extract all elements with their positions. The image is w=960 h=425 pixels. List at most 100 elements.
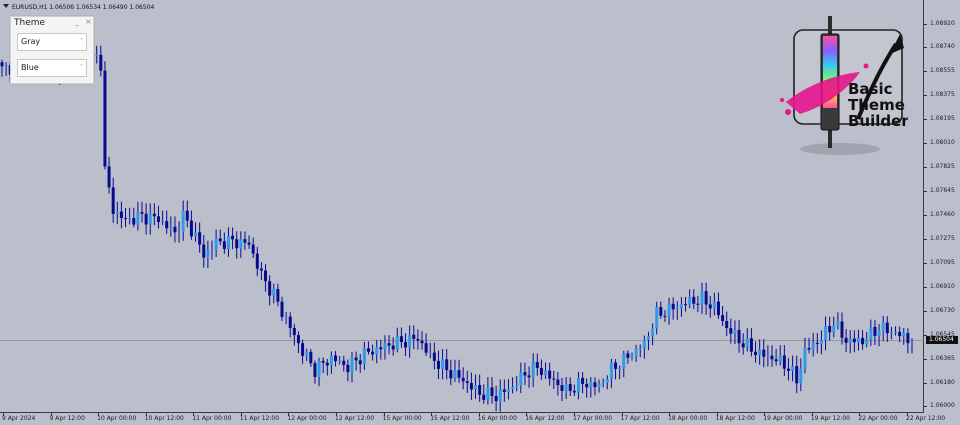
candle-body (898, 331, 902, 337)
candle-body (511, 386, 515, 389)
candle-body (115, 211, 119, 214)
candle-body (189, 220, 193, 237)
time-label: 9 Apr 12:00 (49, 415, 85, 422)
candle-body (733, 330, 737, 334)
candle-body (358, 360, 362, 365)
candle-body (642, 339, 646, 349)
time-label: 17 Apr 12:00 (620, 415, 660, 422)
candle-body (519, 372, 523, 386)
price-label: 1.07825 (930, 163, 955, 171)
theme-dropdown-2[interactable]: Blue ˅ (17, 59, 87, 77)
candle-body (292, 327, 296, 336)
candle-body (737, 330, 741, 344)
close-button[interactable]: × (85, 17, 92, 26)
candle-body (362, 348, 366, 365)
candle-body (716, 301, 720, 316)
candle-body (659, 307, 663, 316)
price-tick (924, 358, 927, 360)
candle-body (301, 343, 305, 356)
candle-body (589, 382, 593, 388)
minimize-button[interactable]: _ (75, 17, 79, 26)
candle-body (741, 343, 745, 348)
candle-body (531, 362, 535, 378)
candle-body (605, 379, 609, 383)
candle-body (758, 349, 762, 355)
candle-body (128, 218, 132, 220)
candle-body (342, 360, 346, 365)
time-label: 10 Apr 00:00 (97, 415, 137, 422)
candle-body (634, 348, 638, 356)
candle-body (161, 221, 165, 223)
price-label: 1.07275 (930, 235, 955, 243)
candle-body (523, 372, 527, 376)
candle-body (132, 218, 136, 225)
candle-body (465, 381, 469, 383)
candle-body (515, 385, 519, 387)
candle-body (354, 357, 358, 361)
candle-body (725, 321, 729, 329)
price-label: 1.08920 (930, 19, 955, 27)
chevron-down-icon: ˅ (80, 38, 83, 45)
candle-body (399, 336, 403, 343)
candle-body (873, 326, 877, 336)
candle-body (856, 337, 860, 343)
candle-body (506, 388, 510, 392)
candle-body (280, 301, 284, 317)
candle-body (474, 384, 478, 390)
candle-body (552, 378, 556, 380)
price-label: 1.06730 (930, 306, 955, 314)
candle-body (313, 363, 317, 377)
candle-body (861, 337, 865, 345)
time-label: 16 Apr 00:00 (477, 415, 517, 422)
candle-body (840, 321, 844, 338)
candle-body (296, 335, 300, 344)
candle-body (461, 377, 465, 382)
candle-body (560, 385, 564, 391)
candle-body (420, 340, 424, 344)
candle-body (749, 338, 753, 352)
candle-body (272, 289, 276, 296)
time-label: 18 Apr 12:00 (715, 415, 755, 422)
price-label: 1.07460 (930, 211, 955, 219)
candle-body (824, 326, 828, 341)
candle-body (222, 241, 226, 249)
candle-body (194, 232, 198, 237)
price-tick (924, 262, 927, 264)
price-tick (924, 382, 927, 384)
candle-body (778, 355, 782, 362)
price-tick (924, 95, 927, 97)
time-label: 11 Apr 00:00 (192, 415, 232, 422)
candle-body (136, 212, 140, 225)
price-label: 1.07645 (930, 186, 955, 194)
candle-body (169, 226, 173, 229)
price-tick (924, 190, 927, 192)
candle-body (185, 210, 189, 221)
candle-body (593, 382, 597, 388)
candle-body (729, 328, 733, 334)
price-tick (924, 47, 927, 49)
candle-body (609, 362, 613, 380)
price-label: 1.06000 (930, 402, 955, 410)
candle-body (284, 316, 288, 318)
candle-body (255, 253, 259, 269)
candle-body (305, 351, 309, 356)
time-label: 18 Apr 00:00 (668, 415, 708, 422)
time-label: 22 Apr 00:00 (858, 415, 898, 422)
candle-body (165, 221, 169, 229)
candle-body (95, 54, 99, 56)
candle-body (309, 351, 313, 364)
candle-body (721, 315, 725, 322)
price-tick (924, 287, 927, 289)
candle-body (881, 322, 885, 331)
chevron-down-icon[interactable] (3, 4, 9, 8)
price-label: 1.07095 (930, 258, 955, 266)
candle-body (597, 384, 601, 388)
candle-body (671, 303, 675, 310)
candle-body (675, 307, 679, 310)
candle-body (387, 343, 391, 346)
candle-body (782, 355, 786, 369)
theme-dropdown-1[interactable]: Gray ˅ (17, 33, 87, 51)
candle-body (173, 226, 177, 233)
price-label: 1.06180 (930, 378, 955, 386)
candle-body (226, 235, 230, 249)
